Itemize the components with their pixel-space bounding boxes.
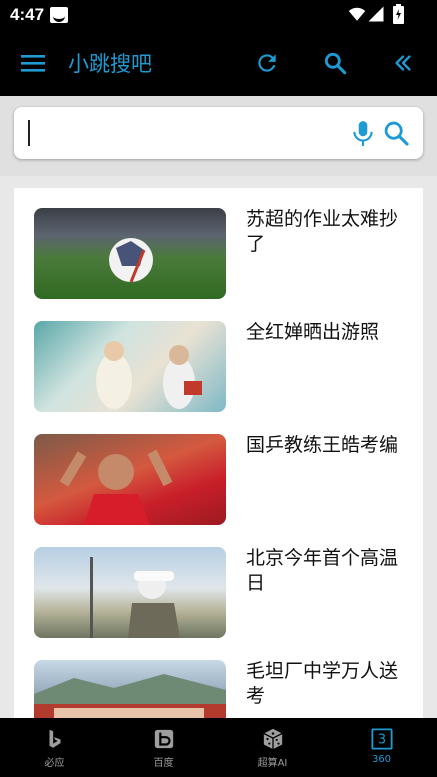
news-thumbnail: [34, 547, 226, 638]
news-list: 苏超的作业太难抄了 全红婵晒出游照 国乒教练王皓考编 北京今年首个高温日 毛坦厂…: [14, 188, 423, 718]
news-thumbnail: [34, 208, 226, 299]
search-input[interactable]: [28, 120, 338, 146]
nav-item-bing[interactable]: 必应: [0, 718, 109, 777]
news-title: 苏超的作业太难抄了: [246, 208, 399, 255]
bottom-nav: 必应 百度 超算AI 3 360: [0, 718, 437, 777]
nav-label: 360: [371, 754, 392, 765]
news-title: 毛坦厂中学万人送考: [246, 660, 399, 707]
list-item[interactable]: 毛坦厂中学万人送考: [14, 640, 423, 718]
signal-icon: [367, 5, 385, 27]
bing-icon: [44, 728, 66, 750]
status-bar: 4:47: [0, 0, 437, 30]
dice-icon: [262, 728, 284, 750]
news-title: 国乒教练王皓考编: [246, 434, 399, 456]
news-title: 北京今年首个高温日: [246, 547, 399, 594]
360-icon: 3: [371, 728, 393, 750]
news-title: 全红婵晒出游照: [246, 321, 380, 343]
list-item[interactable]: 国乒教练王皓考编: [14, 414, 423, 527]
search-box: [14, 107, 423, 159]
nav-label: 必应: [44, 758, 65, 769]
refresh-icon[interactable]: [252, 48, 282, 78]
app-title: 小跳搜吧: [68, 52, 152, 76]
nav-label: 超算AI: [257, 758, 288, 769]
news-thumbnail: [34, 434, 226, 525]
list-item[interactable]: 苏超的作业太难抄了: [14, 188, 423, 301]
double-chevron-left-icon[interactable]: [388, 48, 418, 78]
battery-icon: [393, 4, 404, 28]
news-thumbnail: [34, 660, 226, 718]
baidu-icon: [153, 728, 175, 750]
news-thumbnail: [34, 321, 226, 412]
wifi-icon: [348, 5, 366, 27]
list-item[interactable]: 北京今年首个高温日: [14, 527, 423, 640]
nav-item-supercompute-ai[interactable]: 超算AI: [218, 718, 327, 777]
search-area: [0, 96, 437, 176]
search-submit-icon[interactable]: [382, 119, 410, 151]
nav-label: 百度: [153, 758, 174, 769]
nav-item-360[interactable]: 3 360: [327, 718, 436, 777]
search-icon[interactable]: [320, 48, 350, 78]
notification-app-icon: [50, 7, 68, 23]
microphone-icon[interactable]: [350, 119, 376, 151]
list-item[interactable]: 全红婵晒出游照: [14, 301, 423, 414]
nav-item-baidu[interactable]: 百度: [109, 718, 218, 777]
status-time: 4:47: [10, 5, 45, 24]
svg-text:3: 3: [378, 733, 386, 748]
app-bar: 小跳搜吧: [0, 30, 437, 96]
menu-icon[interactable]: [19, 48, 49, 78]
